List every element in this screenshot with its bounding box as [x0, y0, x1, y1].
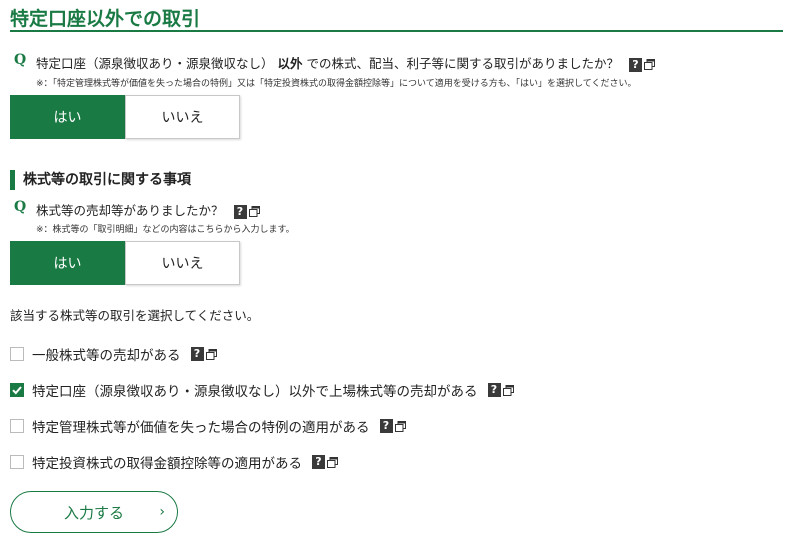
- input-button[interactable]: 入力する ›: [10, 491, 178, 533]
- help-icon: ?: [190, 347, 204, 361]
- question-1-text-bold: 以外: [277, 56, 303, 71]
- new-window-icon: [248, 206, 260, 217]
- option-label: 一般株式等の売却がある: [32, 348, 181, 364]
- checkmark-icon: [12, 386, 22, 395]
- title-divider: [10, 30, 783, 32]
- instruction-text: 該当する株式等の取引を選択してください。: [10, 308, 260, 323]
- option-label: 特定管理株式等が価値を失った場合の特例の適用がある: [32, 420, 370, 436]
- question-mark-1: Q: [14, 52, 27, 68]
- new-window-icon: [644, 59, 655, 70]
- question-2-toggle: はい いいえ: [10, 241, 240, 285]
- new-window-icon: [205, 348, 217, 360]
- checkbox-checked[interactable]: [10, 383, 24, 397]
- checkbox[interactable]: [10, 347, 24, 361]
- option-listed-stock-sale[interactable]: 特定口座（源泉徴収あり・源泉徴収なし）以外で上場株式等の売却がある ?: [10, 380, 514, 400]
- help-link-option-4[interactable]: ?: [312, 455, 338, 469]
- question-2-yes-button[interactable]: はい: [10, 241, 125, 285]
- option-general-stock-sale[interactable]: 一般株式等の売却がある ?: [10, 344, 217, 364]
- help-icon: ?: [629, 57, 642, 72]
- input-button-label: 入力する: [63, 503, 124, 522]
- question-1-text: 特定口座（源泉徴収あり・源泉徴収なし） 以外 での株式、配当、利子等に関する取引…: [36, 53, 655, 72]
- help-icon: ?: [379, 419, 393, 433]
- question-1-toggle: はい いいえ: [10, 95, 240, 139]
- checkbox[interactable]: [10, 419, 24, 433]
- sub-heading: 株式等の取引に関する事項: [10, 170, 191, 190]
- question-mark-2: Q: [14, 199, 27, 215]
- question-2-no-button[interactable]: いいえ: [125, 241, 240, 285]
- question-2-label: 株式等の売却等がありましたか？: [36, 203, 224, 218]
- page: 特定口座以外での取引 Q 特定口座（源泉徴収あり・源泉徴収なし） 以外 での株式…: [0, 0, 800, 548]
- help-link-option-2[interactable]: ?: [487, 383, 514, 397]
- option-label: 特定投資株式の取得金額控除等の適用がある: [32, 456, 302, 472]
- question-1-no-button[interactable]: いいえ: [125, 95, 240, 139]
- section-title: 特定口座以外での取引: [10, 8, 201, 30]
- question-1-text-after: での株式、配当、利子等に関する取引がありましたか？: [306, 56, 620, 71]
- help-icon: ?: [233, 204, 247, 219]
- option-managed-stock-loss[interactable]: 特定管理株式等が価値を失った場合の特例の適用がある ?: [10, 416, 406, 436]
- help-link-option-3[interactable]: ?: [379, 419, 406, 433]
- option-investment-stock-deduction[interactable]: 特定投資株式の取得金額控除等の適用がある ?: [10, 452, 338, 472]
- question-1-yes-button[interactable]: はい: [10, 95, 125, 139]
- new-window-icon: [502, 384, 514, 396]
- new-window-icon: [327, 456, 338, 468]
- checkbox[interactable]: [10, 455, 24, 469]
- option-label: 特定口座（源泉徴収あり・源泉徴収なし）以外で上場株式等の売却がある: [32, 384, 478, 400]
- help-link-option-1[interactable]: ?: [190, 347, 217, 361]
- help-link-1[interactable]: ?: [629, 57, 655, 72]
- chevron-right-icon: ›: [159, 504, 165, 520]
- help-link-2[interactable]: ?: [233, 204, 260, 219]
- question-2-note: ※：株式等の「取引明細」などの内容はこちらから入力します。: [36, 225, 295, 235]
- help-icon: ?: [312, 455, 325, 469]
- help-icon: ?: [487, 383, 501, 397]
- question-1-note: ※：「特定管理株式等が価値を失った場合の特例」又は「特定投資株式の取得金額控除等…: [36, 79, 637, 89]
- question-1-text-before: 特定口座（源泉徴収あり・源泉徴収なし）: [36, 56, 274, 71]
- new-window-icon: [394, 420, 406, 432]
- question-2-text: 株式等の売却等がありましたか？ ?: [36, 200, 260, 219]
